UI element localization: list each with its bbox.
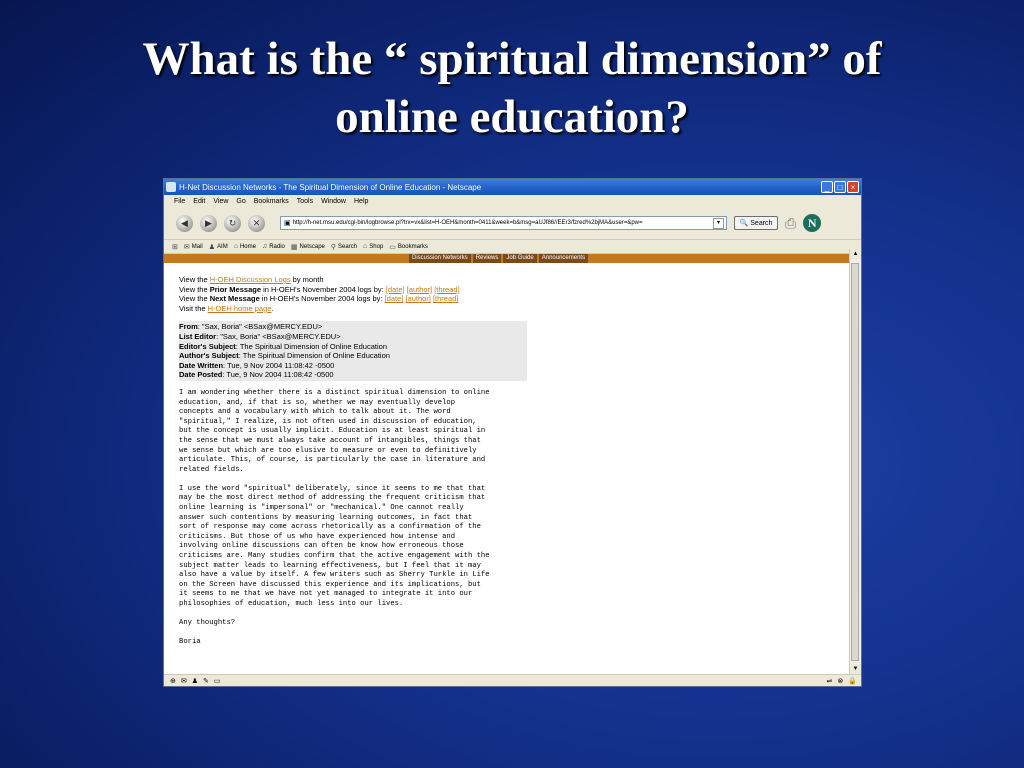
status-aim-icon[interactable]: ♟ bbox=[192, 677, 198, 685]
nav-line-home: Visit the H-OEH home page. bbox=[179, 303, 274, 313]
home-icon: ⌂ bbox=[233, 243, 238, 250]
status-composer-icon[interactable]: ✎ bbox=[203, 677, 209, 685]
menu-go[interactable]: Go bbox=[236, 198, 245, 205]
nav-line-next: View the Next Message in H-OEH's Novembe… bbox=[179, 294, 459, 304]
nav-line-prior: View the Prior Message in H-OEH's Novemb… bbox=[179, 284, 460, 294]
menu-window[interactable]: Window bbox=[321, 198, 346, 205]
header-row: Date Posted: Tue, 9 Nov 2004 11:08:42 -0… bbox=[179, 370, 334, 380]
toolbar-home[interactable]: ⌂ Home bbox=[234, 243, 256, 250]
menu-file[interactable]: File bbox=[174, 198, 185, 205]
header-row: List Editor: "Sax, Boria" <BSax@MERCY.ED… bbox=[179, 331, 341, 341]
header-row: Date Written: Tue, 9 Nov 2004 11:08:42 -… bbox=[179, 360, 335, 370]
window-title: H-Net Discussion Networks - The Spiritua… bbox=[179, 182, 482, 192]
menu-edit[interactable]: Edit bbox=[193, 198, 205, 205]
status-connection-icon: ⇌ bbox=[826, 677, 833, 685]
tab-icon[interactable]: ⊞ bbox=[172, 243, 178, 251]
prior-date-link[interactable]: [date] bbox=[386, 285, 405, 294]
minimize-icon[interactable]: _ bbox=[821, 181, 833, 193]
menu-tools[interactable]: Tools bbox=[297, 198, 313, 205]
window-titlebar: H-Net Discussion Networks - The Spiritua… bbox=[164, 179, 861, 195]
scroll-down-icon[interactable]: ▼ bbox=[850, 664, 861, 674]
menu-bookmarks[interactable]: Bookmarks bbox=[254, 198, 289, 205]
prior-author-link[interactable]: [author] bbox=[407, 285, 432, 294]
next-thread-link[interactable]: [thread] bbox=[433, 294, 458, 303]
header-row: From: "Sax, Boria" <BSax@MERCY.EDU> bbox=[179, 322, 323, 332]
url-dropdown-icon[interactable]: ▾ bbox=[713, 217, 724, 229]
close-icon[interactable]: × bbox=[847, 181, 859, 193]
radio-icon: ♫ bbox=[261, 243, 268, 250]
toolbar-mail[interactable]: ✉ Mail bbox=[184, 243, 203, 251]
prior-thread-link[interactable]: [thread] bbox=[434, 285, 459, 294]
message-body: I am wondering whether there is a distin… bbox=[179, 388, 490, 647]
toolbar-bookmarks[interactable]: ▭ Bookmarks bbox=[389, 243, 428, 251]
status-popup-icon: ⊗ bbox=[837, 677, 844, 685]
vertical-scrollbar[interactable]: ▲ ▼ bbox=[849, 249, 861, 674]
bookmarks-icon: ▭ bbox=[389, 243, 396, 251]
page-content: View the H-OEH Discussion Logs by month … bbox=[164, 262, 852, 674]
scroll-up-icon[interactable]: ▲ bbox=[850, 249, 861, 259]
toolbar-netscape[interactable]: ▦ Netscape bbox=[291, 243, 325, 251]
toolbar-search[interactable]: ⚲ Search bbox=[331, 243, 357, 251]
search-button-label: Search bbox=[750, 219, 773, 227]
nav-line-logs: View the H-OEH Discussion Logs by month bbox=[179, 275, 324, 284]
url-text: http://h-net.msu.edu/cgi-bin/logbrowse.p… bbox=[292, 220, 643, 226]
netscape-icon: ▦ bbox=[290, 243, 298, 251]
reload-icon[interactable]: ↻ bbox=[224, 214, 241, 232]
personal-toolbar: ⊞ ✉ Mail ♟ AIM ⌂ Home ♫ Radio ▦ Netscape ⚲ Sea… bbox=[164, 240, 861, 254]
netscape-window-icon bbox=[166, 182, 176, 192]
status-security-icon: 🔒 bbox=[848, 677, 857, 685]
url-input[interactable]: ▣ http://h-net.msu.edu/cgi-bin/logbrowse… bbox=[280, 216, 727, 230]
discussion-logs-link[interactable]: H-OEH Discussion Logs bbox=[210, 275, 291, 284]
menu-bar: File Edit View Go Bookmarks Tools Window… bbox=[164, 195, 861, 207]
message-header: From: "Sax, Boria" <BSax@MERCY.EDU> List… bbox=[179, 321, 527, 381]
home-page-link[interactable]: H-OEH home page bbox=[208, 304, 272, 313]
header-row: Author's Subject: The Spiritual Dimensio… bbox=[179, 351, 390, 361]
forward-icon[interactable]: ▶ bbox=[200, 214, 217, 232]
search-button[interactable]: 🔍 Search bbox=[734, 216, 778, 230]
menu-view[interactable]: View bbox=[213, 198, 228, 205]
print-icon[interactable]: ⎙ bbox=[785, 215, 796, 232]
aim-icon: ♟ bbox=[208, 243, 216, 251]
maximize-icon[interactable]: □ bbox=[834, 181, 846, 193]
browser-window: H-Net Discussion Networks - The Spiritua… bbox=[163, 178, 862, 687]
status-nav-icon[interactable]: ⊕ bbox=[170, 677, 176, 685]
back-icon[interactable]: ◀ bbox=[176, 214, 193, 232]
toolbar-aim[interactable]: ♟ AIM bbox=[209, 243, 228, 251]
page-icon: ▣ bbox=[284, 220, 291, 227]
next-author-link[interactable]: [author] bbox=[405, 294, 430, 303]
status-mail-icon[interactable]: ✉ bbox=[181, 677, 187, 685]
slide-title-line-2: online education? bbox=[335, 91, 689, 143]
search-icon: 🔍 bbox=[739, 220, 749, 227]
status-page-icon[interactable]: ▭ bbox=[214, 677, 221, 685]
slide-title: What is the “ spiritual dimension” of on… bbox=[40, 30, 984, 146]
status-bar: ⊕ ✉ ♟ ✎ ▭ ⇌ ⊗ 🔒 bbox=[164, 674, 861, 686]
next-date-link[interactable]: [date] bbox=[385, 294, 404, 303]
mail-icon: ✉ bbox=[183, 243, 190, 251]
toolbar-shop[interactable]: ⌂ Shop bbox=[363, 243, 383, 250]
slide-title-line-1: What is the “ spiritual dimension” of bbox=[142, 33, 882, 85]
stop-icon[interactable]: ✕ bbox=[248, 214, 265, 232]
menu-help[interactable]: Help bbox=[354, 198, 368, 205]
shop-icon: ⌂ bbox=[363, 243, 368, 250]
navigation-toolbar: ◀ ▶ ↻ ✕ ▣ http://h-net.msu.edu/cgi-bin/l… bbox=[164, 207, 861, 240]
netscape-logo: N bbox=[803, 214, 822, 232]
toolbar-radio[interactable]: ♫ Radio bbox=[262, 243, 285, 250]
header-row: Editor's Subject: The Spiritual Dimensio… bbox=[179, 341, 387, 351]
search-icon: ⚲ bbox=[330, 243, 337, 251]
scroll-thumb[interactable] bbox=[851, 263, 859, 661]
